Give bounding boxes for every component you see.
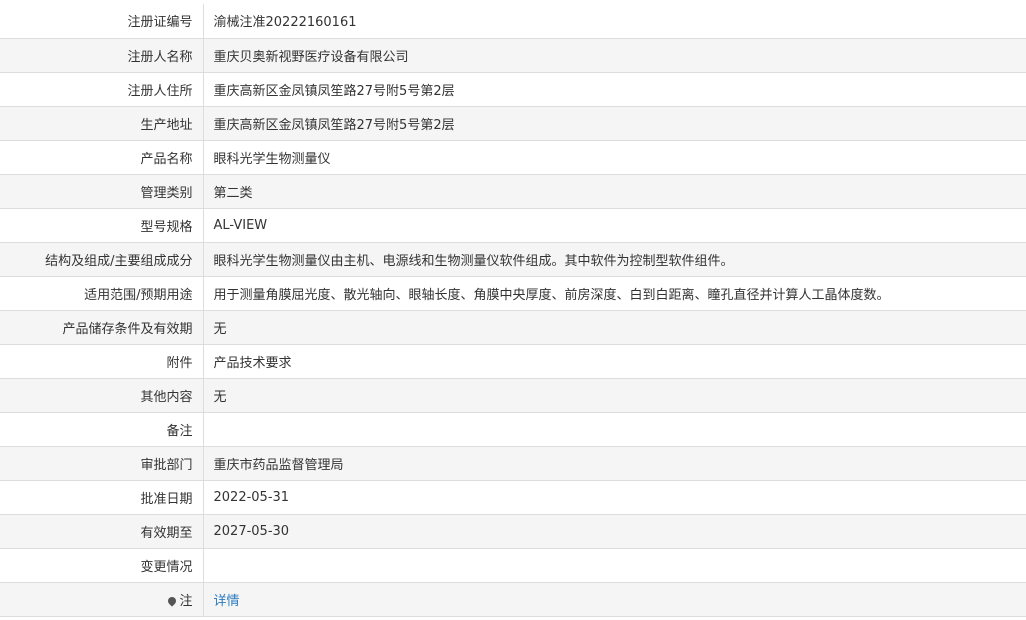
row-label: 产品名称 bbox=[0, 139, 204, 175]
row-label: 产品储存条件及有效期 bbox=[0, 309, 204, 345]
row-label: 附件 bbox=[0, 343, 204, 379]
row-value: 2027-05-30 bbox=[203, 513, 1026, 549]
table-row: 型号规格 AL-VIEW bbox=[0, 207, 1026, 243]
row-label: 审批部门 bbox=[0, 445, 204, 481]
row-label: 注册证编号 bbox=[0, 4, 204, 39]
row-label: 注册人住所 bbox=[0, 71, 204, 107]
table-row: 变更情况 bbox=[0, 547, 1026, 583]
table-row: 注册人住所 重庆高新区金凤镇凤笙路27号附5号第2层 bbox=[0, 71, 1026, 107]
row-value: 无 bbox=[203, 309, 1026, 345]
note-value-cell: 详情 bbox=[203, 581, 1026, 617]
row-label: 生产地址 bbox=[0, 105, 204, 141]
row-label: 型号规格 bbox=[0, 207, 204, 243]
row-value: 产品技术要求 bbox=[203, 343, 1026, 379]
note-label-cell: 注 bbox=[0, 581, 204, 617]
pin-icon bbox=[166, 594, 179, 607]
table-row: 备注 bbox=[0, 411, 1026, 447]
table-row: 审批部门 重庆市药品监督管理局 bbox=[0, 445, 1026, 481]
table-row: 附件 产品技术要求 bbox=[0, 343, 1026, 379]
table-row: 结构及组成/主要组成成分 眼科光学生物测量仪由主机、电源线和生物测量仪软件组成。… bbox=[0, 241, 1026, 277]
registration-info-table: 注册证编号 渝械注准20222160161 注册人名称 重庆贝奥新视野医疗设备有… bbox=[0, 4, 1026, 617]
row-value: 眼科光学生物测量仪 bbox=[203, 139, 1026, 175]
details-link[interactable]: 详情 bbox=[214, 594, 240, 609]
row-value: 重庆高新区金凤镇凤笙路27号附5号第2层 bbox=[203, 105, 1026, 141]
row-label: 批准日期 bbox=[0, 479, 204, 515]
row-label: 注册人名称 bbox=[0, 37, 204, 73]
row-value: 2022-05-31 bbox=[203, 479, 1026, 515]
table-row: 注册人名称 重庆贝奥新视野医疗设备有限公司 bbox=[0, 37, 1026, 73]
row-value: 用于测量角膜屈光度、散光轴向、眼轴长度、角膜中央厚度、前房深度、白到白距离、瞳孔… bbox=[203, 275, 1026, 311]
row-value: 重庆市药品监督管理局 bbox=[203, 445, 1026, 481]
note-label: 注 bbox=[179, 593, 193, 609]
row-label: 备注 bbox=[0, 411, 204, 447]
table-row: 适用范围/预期用途 用于测量角膜屈光度、散光轴向、眼轴长度、角膜中央厚度、前房深… bbox=[0, 275, 1026, 311]
row-label: 其他内容 bbox=[0, 377, 204, 413]
row-value bbox=[203, 547, 1026, 583]
table-row: 其他内容 无 bbox=[0, 377, 1026, 413]
row-value: AL-VIEW bbox=[203, 207, 1026, 243]
table-row: 管理类别 第二类 bbox=[0, 173, 1026, 209]
row-label: 适用范围/预期用途 bbox=[0, 275, 204, 311]
row-value: 重庆贝奥新视野医疗设备有限公司 bbox=[203, 37, 1026, 73]
row-label: 管理类别 bbox=[0, 173, 204, 209]
table-row: 产品储存条件及有效期 无 bbox=[0, 309, 1026, 345]
row-label: 有效期至 bbox=[0, 513, 204, 549]
row-value: 眼科光学生物测量仪由主机、电源线和生物测量仪软件组成。其中软件为控制型软件组件。 bbox=[203, 241, 1026, 277]
row-label: 结构及组成/主要组成成分 bbox=[0, 241, 204, 277]
row-value: 渝械注准20222160161 bbox=[203, 4, 1026, 39]
row-value: 无 bbox=[203, 377, 1026, 413]
table-row: 注册证编号 渝械注准20222160161 bbox=[0, 4, 1026, 39]
row-value bbox=[203, 411, 1026, 447]
row-value: 重庆高新区金凤镇凤笙路27号附5号第2层 bbox=[203, 71, 1026, 107]
table-row: 有效期至 2027-05-30 bbox=[0, 513, 1026, 549]
table-row: 产品名称 眼科光学生物测量仪 bbox=[0, 139, 1026, 175]
row-label: 变更情况 bbox=[0, 547, 204, 583]
table-row: 批准日期 2022-05-31 bbox=[0, 479, 1026, 515]
table-row: 生产地址 重庆高新区金凤镇凤笙路27号附5号第2层 bbox=[0, 105, 1026, 141]
row-value: 第二类 bbox=[203, 173, 1026, 209]
note-row: 注 详情 bbox=[0, 581, 1026, 617]
